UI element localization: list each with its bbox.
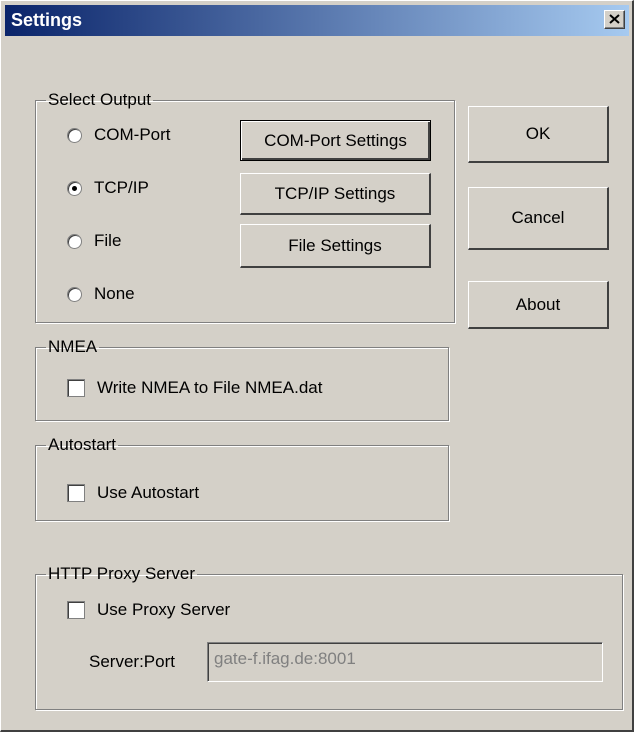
radio-tcpip-label: TCP/IP (94, 178, 149, 197)
server-port-label: Server:Port (89, 652, 175, 671)
about-button[interactable]: About (468, 281, 609, 329)
window-title: Settings (11, 10, 83, 30)
close-button[interactable] (604, 10, 625, 29)
nmea-checkbox-label: Write NMEA to File NMEA.dat (97, 378, 323, 397)
radio-circle (67, 180, 82, 196)
radio-circle (67, 286, 82, 302)
radio-circle (67, 233, 82, 249)
radio-com-port-label: COM-Port (94, 125, 171, 144)
autostart-checkbox-label: Use Autostart (97, 483, 200, 502)
autostart-legend: Autostart (48, 435, 117, 454)
radio-none[interactable]: None (67, 284, 135, 304)
radio-file[interactable]: File (67, 231, 121, 251)
cancel-button[interactable]: Cancel (468, 187, 609, 250)
server-port-input[interactable]: gate-f.ifag.de:8001 (207, 642, 603, 682)
radio-circle (67, 127, 82, 143)
title-bar[interactable]: Settings (5, 5, 629, 36)
checkbox-box (67, 484, 85, 502)
checkbox-box (67, 379, 85, 397)
com-port-settings-button[interactable]: COM-Port Settings (240, 120, 431, 161)
proxy-checkbox-label: Use Proxy Server (97, 600, 231, 619)
nmea-checkbox[interactable]: Write NMEA to File NMEA.dat (67, 378, 322, 398)
checkbox-box (67, 601, 85, 619)
autostart-group: Autostart (35, 435, 449, 521)
close-icon (609, 14, 620, 24)
tcpip-settings-button[interactable]: TCP/IP Settings (240, 173, 431, 215)
radio-com-port[interactable]: COM-Port (67, 125, 171, 145)
ok-button[interactable]: OK (468, 106, 609, 163)
settings-dialog: Settings Select Output COM-Port TCP/IP F… (0, 0, 634, 732)
file-settings-button[interactable]: File Settings (240, 224, 431, 268)
proxy-checkbox[interactable]: Use Proxy Server (67, 600, 230, 620)
radio-file-label: File (94, 231, 122, 250)
nmea-legend: NMEA (48, 337, 98, 356)
autostart-checkbox[interactable]: Use Autostart (67, 483, 199, 503)
proxy-legend: HTTP Proxy Server (48, 564, 196, 583)
select-output-legend: Select Output (48, 90, 152, 109)
radio-tcpip[interactable]: TCP/IP (67, 178, 149, 198)
proxy-group: HTTP Proxy Server (35, 564, 623, 710)
radio-none-label: None (94, 284, 135, 303)
